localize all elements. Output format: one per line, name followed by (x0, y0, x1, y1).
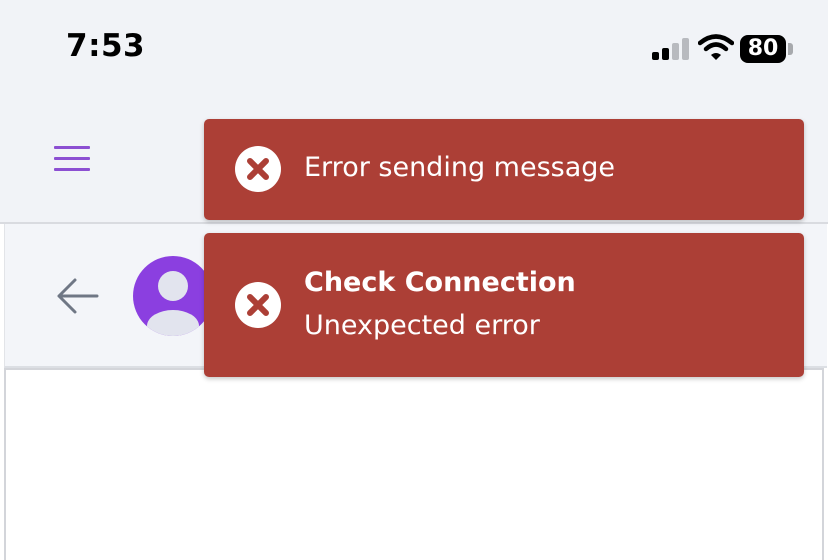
error-x-circle-icon (235, 282, 281, 328)
user-avatar-icon[interactable] (133, 256, 213, 336)
message-area (4, 368, 824, 560)
hamburger-menu-icon[interactable] (54, 146, 90, 171)
toast-message: Unexpected error (304, 310, 540, 341)
cellular-signal-icon (652, 38, 690, 60)
toast-message: Error sending message (304, 152, 616, 183)
toast-title: Check Connection (304, 267, 576, 298)
error-x-circle-icon (235, 146, 281, 192)
status-time: 7:53 (66, 28, 146, 64)
error-toast[interactable]: Check Connection Unexpected error (204, 233, 804, 377)
status-bar: 7:53 80 (0, 0, 828, 94)
battery-indicator: 80 (740, 35, 786, 63)
wifi-icon (698, 34, 734, 60)
battery-tip (788, 43, 793, 55)
error-toast[interactable]: Error sending message (204, 119, 804, 220)
arrow-left-icon[interactable] (53, 276, 101, 316)
